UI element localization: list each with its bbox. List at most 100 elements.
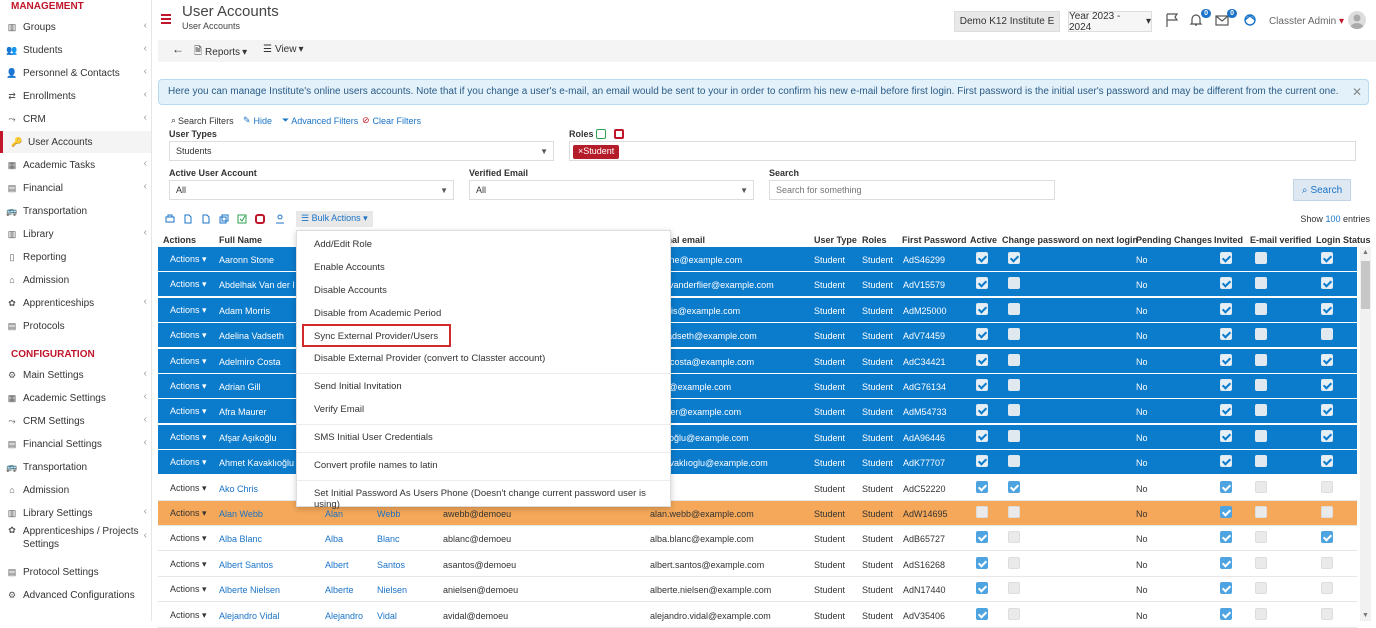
login-status-checkbox[interactable] bbox=[1321, 302, 1333, 315]
last-name-link[interactable]: Nielsen bbox=[377, 585, 407, 595]
change-password-checkbox[interactable] bbox=[1008, 582, 1020, 595]
invited-checkbox[interactable] bbox=[1220, 531, 1232, 544]
row-actions-button[interactable]: Actions ▾ bbox=[162, 429, 215, 446]
email-verified-checkbox[interactable] bbox=[1255, 607, 1267, 620]
row-actions-button[interactable]: Actions ▾ bbox=[162, 251, 215, 268]
active-checkbox[interactable] bbox=[976, 302, 988, 315]
email-verified-checkbox[interactable] bbox=[1255, 277, 1267, 290]
invited-checkbox[interactable] bbox=[1220, 379, 1232, 391]
col-actions[interactable]: Actions bbox=[163, 235, 196, 245]
clear-filters-link[interactable]: ⊘ Clear Filters bbox=[362, 115, 421, 126]
invited-checkbox[interactable] bbox=[1220, 480, 1232, 493]
sidebar-item-apprenticeships-projects-settings[interactable]: ✿ Apprenticeships / Projects Settings ‹ bbox=[0, 525, 151, 553]
sidebar-item-library-settings[interactable]: ▥ Library Settings ‹ bbox=[0, 502, 151, 524]
first-name-link[interactable]: Alba bbox=[325, 534, 343, 544]
sidebar-item-crm[interactable]: ⤳ CRM ‹ bbox=[0, 108, 151, 130]
row-actions-button[interactable]: Actions ▾ bbox=[162, 276, 215, 293]
login-status-checkbox[interactable] bbox=[1321, 252, 1333, 264]
active-checkbox[interactable] bbox=[976, 556, 988, 569]
table-row[interactable]: Actions ▾ Albert Santos Albert Santos asanto… bbox=[158, 552, 1357, 577]
login-status-checkbox[interactable] bbox=[1321, 480, 1333, 493]
full-name-link[interactable]: Afra Maurer bbox=[219, 407, 267, 417]
last-name-link[interactable]: Santos bbox=[377, 560, 405, 570]
vertical-scrollbar[interactable]: ▲ ▼ bbox=[1360, 247, 1371, 621]
change-password-checkbox[interactable] bbox=[1008, 252, 1020, 264]
sidebar-item-main-settings[interactable]: ⚙ Main Settings ‹ bbox=[0, 364, 151, 386]
year-selector[interactable]: Year 2023 - 2024 ▾ bbox=[1068, 11, 1152, 33]
email-verified-checkbox[interactable] bbox=[1255, 302, 1267, 315]
invited-checkbox[interactable] bbox=[1220, 429, 1232, 442]
last-name-link[interactable]: Vidal bbox=[377, 611, 397, 621]
col-full-name[interactable]: Full Name bbox=[219, 235, 262, 245]
sidebar-item-academic-settings[interactable]: ▦ Academic Settings ‹ bbox=[0, 387, 151, 409]
search-input[interactable] bbox=[769, 180, 1055, 200]
change-password-checkbox[interactable] bbox=[1008, 429, 1020, 442]
bulk-menu-item-disable-external-provider-convert-to-cla[interactable]: Disable External Provider (convert to Cl… bbox=[297, 353, 670, 364]
col-pending-changes[interactable]: Pending Changes bbox=[1136, 235, 1212, 245]
invited-checkbox[interactable] bbox=[1220, 328, 1232, 341]
email-verified-checkbox[interactable] bbox=[1255, 328, 1267, 341]
sidebar-item-apprenticeships[interactable]: ✿ Apprenticeships ‹ bbox=[0, 292, 151, 314]
sidebar-item-academic-tasks[interactable]: ▦ Academic Tasks ‹ bbox=[0, 154, 151, 176]
active-checkbox[interactable] bbox=[976, 582, 988, 595]
full-name-link[interactable]: Albert Santos bbox=[219, 560, 273, 570]
deselect-roles-icon[interactable] bbox=[614, 129, 624, 139]
login-status-checkbox[interactable] bbox=[1321, 404, 1333, 417]
col-email-verified[interactable]: E-mail verified bbox=[1250, 235, 1312, 245]
bulk-menu-item-sync-external-provider-users[interactable]: Sync External Provider/Users bbox=[297, 331, 670, 342]
sidebar-item-admission[interactable]: ⌂ Admission bbox=[0, 479, 151, 501]
user-types-select[interactable]: Students ▼ bbox=[169, 141, 554, 161]
role-tag[interactable]: ×Student bbox=[573, 145, 620, 159]
email-verified-checkbox[interactable] bbox=[1255, 506, 1267, 518]
row-actions-button[interactable]: Actions ▾ bbox=[162, 556, 215, 573]
advanced-filters-link[interactable]: ⏷ Advanced Filters bbox=[282, 115, 358, 126]
change-password-checkbox[interactable] bbox=[1008, 480, 1020, 493]
change-password-checkbox[interactable] bbox=[1008, 277, 1020, 290]
sidebar-item-protocol-settings[interactable]: ▤ Protocol Settings bbox=[0, 561, 151, 583]
bell-icon[interactable]: 0 bbox=[1188, 9, 1211, 28]
login-status-checkbox[interactable] bbox=[1321, 353, 1333, 366]
sidebar-item-library[interactable]: ▥ Library ‹ bbox=[0, 223, 151, 245]
row-actions-button[interactable]: Actions ▾ bbox=[162, 302, 215, 319]
full-name-link[interactable]: Aaronn Stone bbox=[219, 255, 274, 265]
search-filters-toggle[interactable]: ⌕ Search Filters bbox=[171, 115, 234, 126]
row-actions-button[interactable]: Actions ▾ bbox=[162, 353, 215, 370]
active-checkbox[interactable] bbox=[976, 328, 988, 341]
active-checkbox[interactable] bbox=[976, 480, 988, 493]
export-excel-icon[interactable] bbox=[201, 214, 211, 224]
change-password-checkbox[interactable] bbox=[1008, 455, 1020, 468]
sidebar-item-personnel-contacts[interactable]: 👤 Personnel & Contacts ‹ bbox=[0, 62, 151, 84]
verified-email-select[interactable]: All ▼ bbox=[469, 180, 754, 200]
row-actions-button[interactable]: Actions ▾ bbox=[162, 454, 215, 471]
login-status-checkbox[interactable] bbox=[1321, 531, 1333, 544]
active-checkbox[interactable] bbox=[976, 429, 988, 442]
login-status-checkbox[interactable] bbox=[1321, 328, 1333, 341]
col-roles[interactable]: Roles bbox=[862, 235, 887, 245]
full-name-link[interactable]: Adam Morris bbox=[219, 306, 270, 316]
print-icon[interactable] bbox=[165, 214, 175, 224]
invited-checkbox[interactable] bbox=[1220, 506, 1232, 518]
change-password-checkbox[interactable] bbox=[1008, 302, 1020, 315]
roles-select[interactable] bbox=[569, 141, 1356, 161]
invited-checkbox[interactable] bbox=[1220, 277, 1232, 290]
active-account-select[interactable]: All ▼ bbox=[169, 180, 454, 200]
invited-checkbox[interactable] bbox=[1220, 556, 1232, 569]
sidebar-item-user-accounts[interactable]: 🔑 User Accounts bbox=[0, 131, 151, 153]
bulk-menu-item-add-edit-role[interactable]: Add/Edit Role bbox=[297, 239, 670, 250]
login-status-checkbox[interactable] bbox=[1321, 379, 1333, 391]
sidebar-item-students[interactable]: 👥 Students ‹ bbox=[0, 39, 151, 61]
sidebar-item-transportation[interactable]: 🚌 Transportation bbox=[0, 200, 151, 222]
login-status-checkbox[interactable] bbox=[1321, 556, 1333, 569]
active-checkbox[interactable] bbox=[976, 455, 988, 468]
email-verified-checkbox[interactable] bbox=[1255, 582, 1267, 595]
invited-checkbox[interactable] bbox=[1220, 252, 1232, 264]
row-actions-button[interactable]: Actions ▾ bbox=[162, 530, 215, 547]
row-actions-button[interactable]: Actions ▾ bbox=[162, 480, 215, 497]
email-verified-checkbox[interactable] bbox=[1255, 556, 1267, 569]
invited-checkbox[interactable] bbox=[1220, 455, 1232, 468]
login-status-checkbox[interactable] bbox=[1321, 506, 1333, 518]
scroll-up-icon[interactable]: ▲ bbox=[1362, 249, 1369, 256]
sidebar-item-advanced-configurations[interactable]: ⚙ Advanced Configurations bbox=[0, 584, 151, 606]
search-button[interactable]: ⌕ Search bbox=[1293, 179, 1351, 201]
email-verified-checkbox[interactable] bbox=[1255, 531, 1267, 544]
